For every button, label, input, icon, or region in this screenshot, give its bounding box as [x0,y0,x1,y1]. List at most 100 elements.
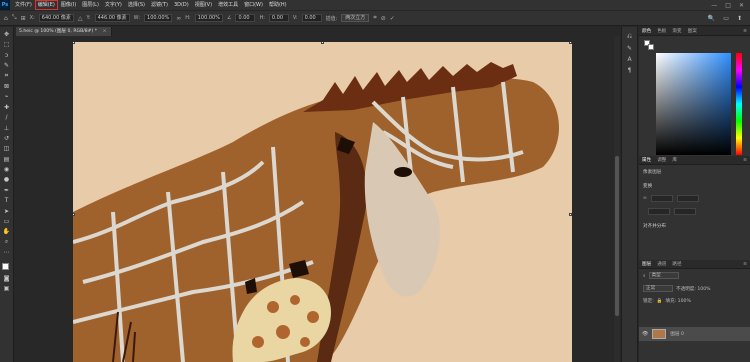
share-icon[interactable]: ⬆ [737,15,742,22]
height-field[interactable] [648,208,671,215]
more-tools-icon[interactable]: ⋯ [1,248,12,257]
close-icon[interactable]: ✕ [739,2,744,9]
type-tool-icon[interactable]: T [1,196,12,205]
link-icon[interactable]: ∞ [176,15,181,22]
layer-kind-select[interactable]: 类型 [648,272,679,279]
tab-color[interactable]: 颜色 [642,28,651,34]
tab-adjustments[interactable]: 调整 [657,157,666,163]
transform-handle[interactable] [569,42,572,44]
fill-control[interactable]: 填充: 100% [665,298,690,304]
shape-tool-icon[interactable]: ▭ [1,217,12,226]
tab-layers[interactable]: 图层 [642,261,651,267]
menu-type[interactable]: 文字(Y) [102,0,125,10]
character-panel-icon[interactable]: A [627,56,631,63]
menu-layer[interactable]: 图层(L) [79,0,102,10]
paragraph-panel-icon[interactable]: ¶ [628,67,632,74]
angle-input[interactable]: 0.00 [235,14,256,22]
color-swatches[interactable] [1,262,13,274]
quick-select-tool-icon[interactable]: ✎ [1,61,12,70]
layer-row[interactable]: 👁 图层 0 [639,327,750,341]
tab-close-icon[interactable]: × [103,29,107,34]
minimize-icon[interactable]: — [711,2,717,9]
marquee-tool-icon[interactable]: ⬚ [1,40,12,49]
quick-mask-icon[interactable]: ◙ [1,274,12,283]
frame-tool-icon[interactable]: ⊠ [1,82,12,91]
layer-name[interactable]: 图层 0 [670,331,684,337]
menu-file[interactable]: 文件(F) [12,0,35,10]
mini-background[interactable] [648,44,654,50]
vertical-scrollbar[interactable] [614,36,620,362]
transform-tool-icon[interactable]: ⤡ [12,14,17,22]
hue-slider[interactable] [736,53,742,155]
menu-plugins[interactable]: 增效工具 [215,0,241,10]
healing-tool-icon[interactable]: ✚ [1,103,12,112]
document-tab[interactable]: 5.heic @ 100% (图层 0, RGB/8#) * × [16,27,112,36]
gradient-tool-icon[interactable]: ▤ [1,155,12,164]
vskew-input[interactable]: 0.00 [301,14,322,22]
home-icon[interactable]: ⌂ [4,15,8,22]
commit-icon[interactable]: ✓ [390,15,395,22]
tab-libraries[interactable]: 库 [672,157,677,163]
color-picker-field[interactable] [656,53,731,155]
y-input[interactable]: 446.00 像素 [94,14,130,22]
eraser-tool-icon[interactable]: ◫ [1,144,12,153]
interpolation-select[interactable]: 两次立方 [341,14,370,22]
menu-edit[interactable]: 编辑(E) [34,0,58,10]
search-icon[interactable]: 🔍 [708,15,715,22]
y-field[interactable] [674,208,697,215]
lock-icon[interactable]: 🔒 [657,299,663,304]
transform-handle[interactable] [73,42,75,44]
tab-properties[interactable]: 属性 [642,157,651,163]
path-select-tool-icon[interactable]: ➤ [1,207,12,216]
crop-tool-icon[interactable]: ⌗ [1,72,12,81]
history-brush-icon[interactable]: ↺ [1,134,12,143]
brush-settings-icon[interactable]: ✎ [627,45,632,52]
zoom-tool-icon[interactable]: ⌕ [1,238,12,247]
tab-gradients[interactable]: 渐变 [672,28,681,34]
screen-mode-icon[interactable]: ▣ [1,284,12,293]
blend-mode-select[interactable]: 正常 [643,285,673,292]
align-section-title[interactable]: 对齐并分布 [643,223,746,229]
blur-tool-icon[interactable]: ◉ [1,165,12,174]
eyedropper-tool-icon[interactable]: ⌁ [1,92,12,101]
menu-view[interactable]: 视图(V) [192,0,215,10]
panel-menu-icon[interactable]: ≡ [743,29,750,34]
transform-handle[interactable] [73,213,75,216]
menu-window[interactable]: 窗口(W) [241,0,266,10]
dodge-tool-icon[interactable]: ● [1,175,12,184]
maximize-icon[interactable]: □ [725,2,731,9]
lasso-tool-icon[interactable]: ↄ [1,51,12,60]
x-input[interactable]: 640.00 像素 [38,14,74,22]
scrollbar-thumb[interactable] [615,156,619,316]
x-field[interactable] [676,195,699,202]
tab-channels[interactable]: 通道 [657,261,666,267]
cancel-icon[interactable]: ⊘ [381,15,386,22]
tab-swatches[interactable]: 色板 [657,28,666,34]
workspace-icon[interactable]: ▭ [723,15,729,22]
menu-select[interactable]: 选择(S) [125,0,148,10]
move-tool-icon[interactable]: ✥ [1,30,12,39]
panel-menu-icon[interactable]: ≡ [743,262,750,267]
panel-menu-icon[interactable]: ≡ [743,158,750,163]
tab-patterns[interactable]: 图案 [688,28,697,34]
h-input[interactable]: 100.00% [194,14,223,22]
reference-point-icon[interactable]: ⊞ [21,15,26,22]
hskew-input[interactable]: 0.00 [268,14,289,22]
brush-tool-icon[interactable]: ∕ [1,113,12,122]
warp-icon[interactable]: ⌗ [373,14,376,22]
w-input[interactable]: 100.00% [144,14,173,22]
menu-image[interactable]: 图像(I) [58,0,79,10]
stamp-tool-icon[interactable]: ⊥ [1,124,12,133]
pen-tool-icon[interactable]: ✒ [1,186,12,195]
foreground-color[interactable] [1,262,9,270]
link-icon[interactable]: ∞ [643,196,647,201]
menu-filter[interactable]: 滤镜(T) [148,0,171,10]
history-panel-icon[interactable]: ⎌ [627,33,632,41]
transform-section-title[interactable]: 变换 [643,183,746,189]
hand-tool-icon[interactable]: ✋ [1,227,12,236]
width-field[interactable] [650,195,673,202]
transform-handle[interactable] [321,42,324,44]
mini-swatches[interactable] [644,40,654,50]
opacity-control[interactable]: 不透明度: 100% [676,286,711,292]
tab-paths[interactable]: 路径 [672,261,681,267]
